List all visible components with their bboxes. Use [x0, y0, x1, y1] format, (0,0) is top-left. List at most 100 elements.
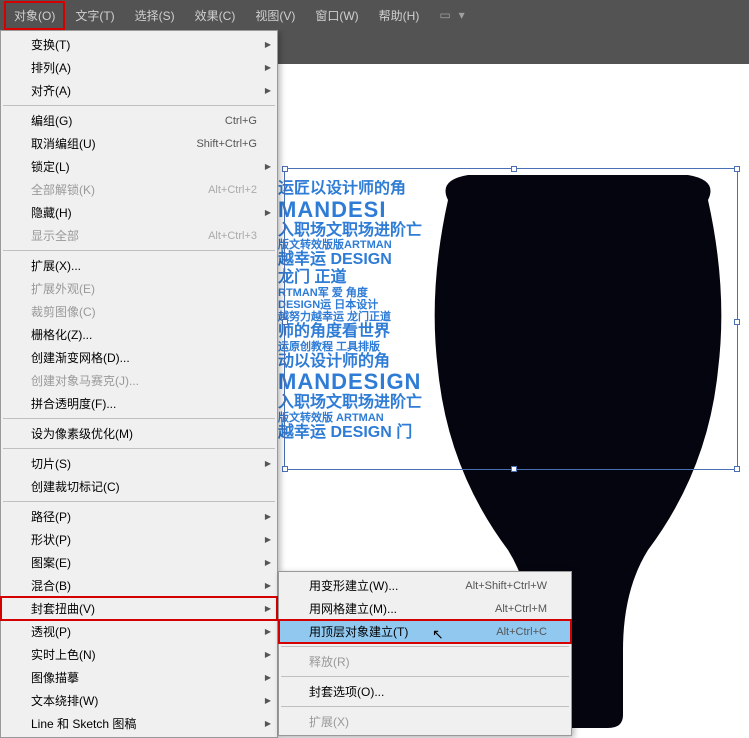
menu-item-label: 隐藏(H) — [31, 204, 72, 221]
menu-item: 全部解锁(K) Alt+Ctrl+2 — [1, 178, 277, 201]
menu-shortcut: Alt+Ctrl+3 — [208, 230, 257, 242]
submenu-item-label: 用变形建立(W)... — [309, 577, 398, 594]
menu-item-label: 设为像素级优化(M) — [31, 425, 133, 442]
menu-item-label: 锁定(L) — [31, 158, 70, 175]
menu-item[interactable]: 编组(G) Ctrl+G — [1, 109, 277, 132]
menu-window[interactable]: 窗口(W) — [305, 1, 368, 30]
menu-item[interactable]: 对齐(A) — [1, 79, 277, 102]
menu-item-label: 全部解锁(K) — [31, 181, 95, 198]
menu-item[interactable]: 混合(B) — [1, 574, 277, 597]
menubar: 对象(O) 文字(T) 选择(S) 效果(C) 视图(V) 窗口(W) 帮助(H… — [0, 0, 749, 30]
menu-item-label: 切片(S) — [31, 455, 71, 472]
menu-item-label: 形状(P) — [31, 531, 71, 548]
menu-item-label: 透视(P) — [31, 623, 71, 640]
menu-separator — [3, 250, 275, 251]
menu-item-label: 实时上色(N) — [31, 646, 96, 663]
menu-item[interactable]: 隐藏(H) — [1, 201, 277, 224]
menu-item-label: 混合(B) — [31, 577, 71, 594]
menu-item-label: 编组(G) — [31, 112, 72, 129]
submenu-item-label: 扩展(X) — [309, 713, 349, 730]
menu-item-label: 扩展外观(E) — [31, 280, 95, 297]
menu-shortcut: Alt+Ctrl+M — [495, 603, 547, 615]
menu-effect[interactable]: 效果(C) — [185, 1, 246, 30]
menu-item[interactable]: Line 和 Sketch 图稿 — [1, 712, 277, 735]
selection-bbox — [284, 168, 738, 470]
canvas-pasteboard — [278, 30, 749, 64]
menu-item[interactable]: 文本绕排(W) — [1, 689, 277, 712]
dropdown-icon[interactable]: ▾ — [459, 8, 465, 22]
menu-item-label: 变换(T) — [31, 36, 70, 53]
menu-item[interactable]: 扩展(X)... — [1, 254, 277, 277]
submenu-item: 释放(R) — [279, 650, 571, 673]
menu-item[interactable]: 排列(A) — [1, 56, 277, 79]
menu-shortcut: Alt+Shift+Ctrl+W — [465, 580, 547, 592]
menu-item[interactable]: 封套扭曲(V) — [1, 597, 277, 620]
menu-item-label: 扩展(X)... — [31, 257, 81, 274]
envelope-submenu: 用变形建立(W)... Alt+Shift+Ctrl+W 用网格建立(M)... Al… — [278, 571, 572, 736]
submenu-item[interactable]: 封套选项(O)... — [279, 680, 571, 703]
menubar-icons: ▭ ▾ — [439, 8, 464, 22]
submenu-item[interactable]: 用网格建立(M)... Alt+Ctrl+M — [279, 597, 571, 620]
menu-item: 显示全部 Alt+Ctrl+3 — [1, 224, 277, 247]
menu-item[interactable]: 创建裁切标记(C) — [1, 475, 277, 498]
submenu-item-label: 封套选项(O)... — [309, 683, 384, 700]
mouse-cursor-icon: ↖ — [432, 626, 444, 643]
menu-separator — [3, 501, 275, 502]
menu-item[interactable]: 拼合透明度(F)... — [1, 392, 277, 415]
menu-separator — [281, 676, 569, 677]
menu-text[interactable]: 文字(T) — [65, 1, 124, 30]
menu-shortcut: Ctrl+G — [225, 115, 257, 127]
workspace-icon[interactable]: ▭ — [439, 8, 450, 22]
menu-item[interactable]: 图案(E) — [1, 551, 277, 574]
menu-item[interactable]: 切片(S) — [1, 452, 277, 475]
menu-item-label: 创建渐变网格(D)... — [31, 349, 130, 366]
submenu-item[interactable]: 用顶层对象建立(T) Alt+Ctrl+C — [279, 620, 571, 643]
menu-separator — [281, 646, 569, 647]
menu-view[interactable]: 视图(V) — [245, 1, 305, 30]
menu-separator — [3, 105, 275, 106]
menu-item: 裁剪图像(C) — [1, 300, 277, 323]
menu-item[interactable]: 变换(T) — [1, 33, 277, 56]
menu-item[interactable]: 透视(P) — [1, 620, 277, 643]
menu-item[interactable]: 取消编组(U) Shift+Ctrl+G — [1, 132, 277, 155]
menu-item[interactable]: 设为像素级优化(M) — [1, 422, 277, 445]
menu-shortcut: Shift+Ctrl+G — [196, 138, 257, 150]
menu-item-label: 图案(E) — [31, 554, 71, 571]
menu-item[interactable]: 栅格化(Z)... — [1, 323, 277, 346]
menu-item[interactable]: 锁定(L) — [1, 155, 277, 178]
menu-help[interactable]: 帮助(H) — [369, 1, 430, 30]
menu-item-label: 拼合透明度(F)... — [31, 395, 116, 412]
menu-item-label: 显示全部 — [31, 227, 79, 244]
menu-item-label: 路径(P) — [31, 508, 71, 525]
menu-separator — [3, 448, 275, 449]
menu-item-label: 封套扭曲(V) — [31, 600, 95, 617]
submenu-item-label: 释放(R) — [309, 653, 350, 670]
submenu-item: 扩展(X) — [279, 710, 571, 733]
menu-item: 扩展外观(E) — [1, 277, 277, 300]
menu-select[interactable]: 选择(S) — [125, 1, 185, 30]
menu-shortcut: Alt+Ctrl+2 — [208, 184, 257, 196]
menu-item[interactable]: 创建渐变网格(D)... — [1, 346, 277, 369]
submenu-item[interactable]: 用变形建立(W)... Alt+Shift+Ctrl+W — [279, 574, 571, 597]
menu-shortcut: Alt+Ctrl+C — [496, 626, 547, 638]
object-dropdown: 变换(T) 排列(A) 对齐(A) 编组(G) Ctrl+G 取消编组(U) Shift+C… — [0, 30, 278, 738]
menu-item[interactable]: 实时上色(N) — [1, 643, 277, 666]
menu-item[interactable]: 图像描摹 — [1, 666, 277, 689]
menu-separator — [281, 706, 569, 707]
menu-item-label: 对齐(A) — [31, 82, 71, 99]
menu-item-label: 取消编组(U) — [31, 135, 96, 152]
menu-item-label: 创建对象马赛克(J)... — [31, 372, 139, 389]
menu-item-label: 创建裁切标记(C) — [31, 478, 120, 495]
menu-item: 创建对象马赛克(J)... — [1, 369, 277, 392]
submenu-item-label: 用顶层对象建立(T) — [309, 623, 408, 640]
menu-item-label: Line 和 Sketch 图稿 — [31, 715, 136, 732]
submenu-item-label: 用网格建立(M)... — [309, 600, 397, 617]
menu-item-label: 栅格化(Z)... — [31, 326, 92, 343]
menu-item-label: 文本绕排(W) — [31, 692, 98, 709]
menu-separator — [3, 418, 275, 419]
menu-item-label: 排列(A) — [31, 59, 71, 76]
menu-item[interactable]: 路径(P) — [1, 505, 277, 528]
menu-item-label: 裁剪图像(C) — [31, 303, 96, 320]
menu-item[interactable]: 形状(P) — [1, 528, 277, 551]
menu-object[interactable]: 对象(O) — [4, 1, 65, 30]
